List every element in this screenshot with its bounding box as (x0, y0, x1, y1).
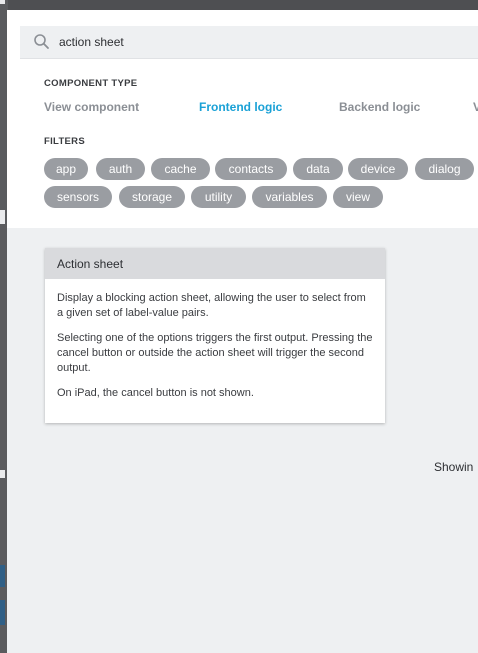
filter-chip-auth[interactable]: auth (96, 158, 145, 180)
search-input[interactable] (59, 35, 439, 49)
results-count-text: Showin (434, 460, 474, 474)
filters-label: FILTERS (44, 136, 85, 147)
component-type-tabs: View component Frontend logic Backend lo… (44, 100, 478, 118)
picker-header: COMPONENT TYPE View component Frontend l… (7, 10, 478, 228)
background-app-fragment (0, 565, 5, 587)
tab-backend-logic[interactable]: Backend logic (339, 100, 420, 114)
filter-chip-variables[interactable]: variables (252, 186, 327, 208)
background-app-fragment (0, 600, 5, 625)
node-picker-modal: COMPONENT TYPE View component Frontend l… (7, 10, 478, 653)
filter-chip-dialog[interactable]: dialog (415, 158, 474, 180)
result-card-description: Display a blocking action sheet, allowin… (45, 279, 385, 401)
filter-chip-app[interactable]: app (44, 158, 88, 180)
filter-chip-sensors[interactable]: sensors (44, 186, 112, 208)
filter-chip-view[interactable]: view (333, 186, 383, 208)
result-card-title: Action sheet (45, 248, 385, 279)
description-paragraph: Display a blocking action sheet, allowin… (57, 292, 366, 319)
background-app-fragment (0, 0, 5, 4)
background-app-fragment (0, 210, 5, 224)
search-icon (34, 34, 49, 49)
background-app-fragment (0, 470, 5, 478)
tab-view-component[interactable]: View component (44, 100, 139, 114)
filter-chip-data[interactable]: data (293, 158, 343, 180)
tab-next-partial[interactable]: V (473, 100, 478, 114)
filter-chip-cache[interactable]: cache (151, 158, 210, 180)
filter-chip-contacts[interactable]: contacts (215, 158, 287, 180)
tab-frontend-logic[interactable]: Frontend logic (199, 100, 282, 114)
search-bar[interactable] (20, 26, 478, 59)
component-type-label: COMPONENT TYPE (44, 78, 138, 89)
filter-chip-storage[interactable]: storage (119, 186, 185, 208)
filter-chip-utility[interactable]: utility (191, 186, 246, 208)
result-card-action-sheet[interactable]: Action sheet Display a blocking action s… (45, 248, 385, 423)
description-paragraph: On iPad, the cancel button is not shown. (57, 387, 254, 399)
filter-chip-device[interactable]: device (348, 158, 408, 180)
description-paragraph: Selecting one of the options triggers th… (57, 332, 373, 374)
